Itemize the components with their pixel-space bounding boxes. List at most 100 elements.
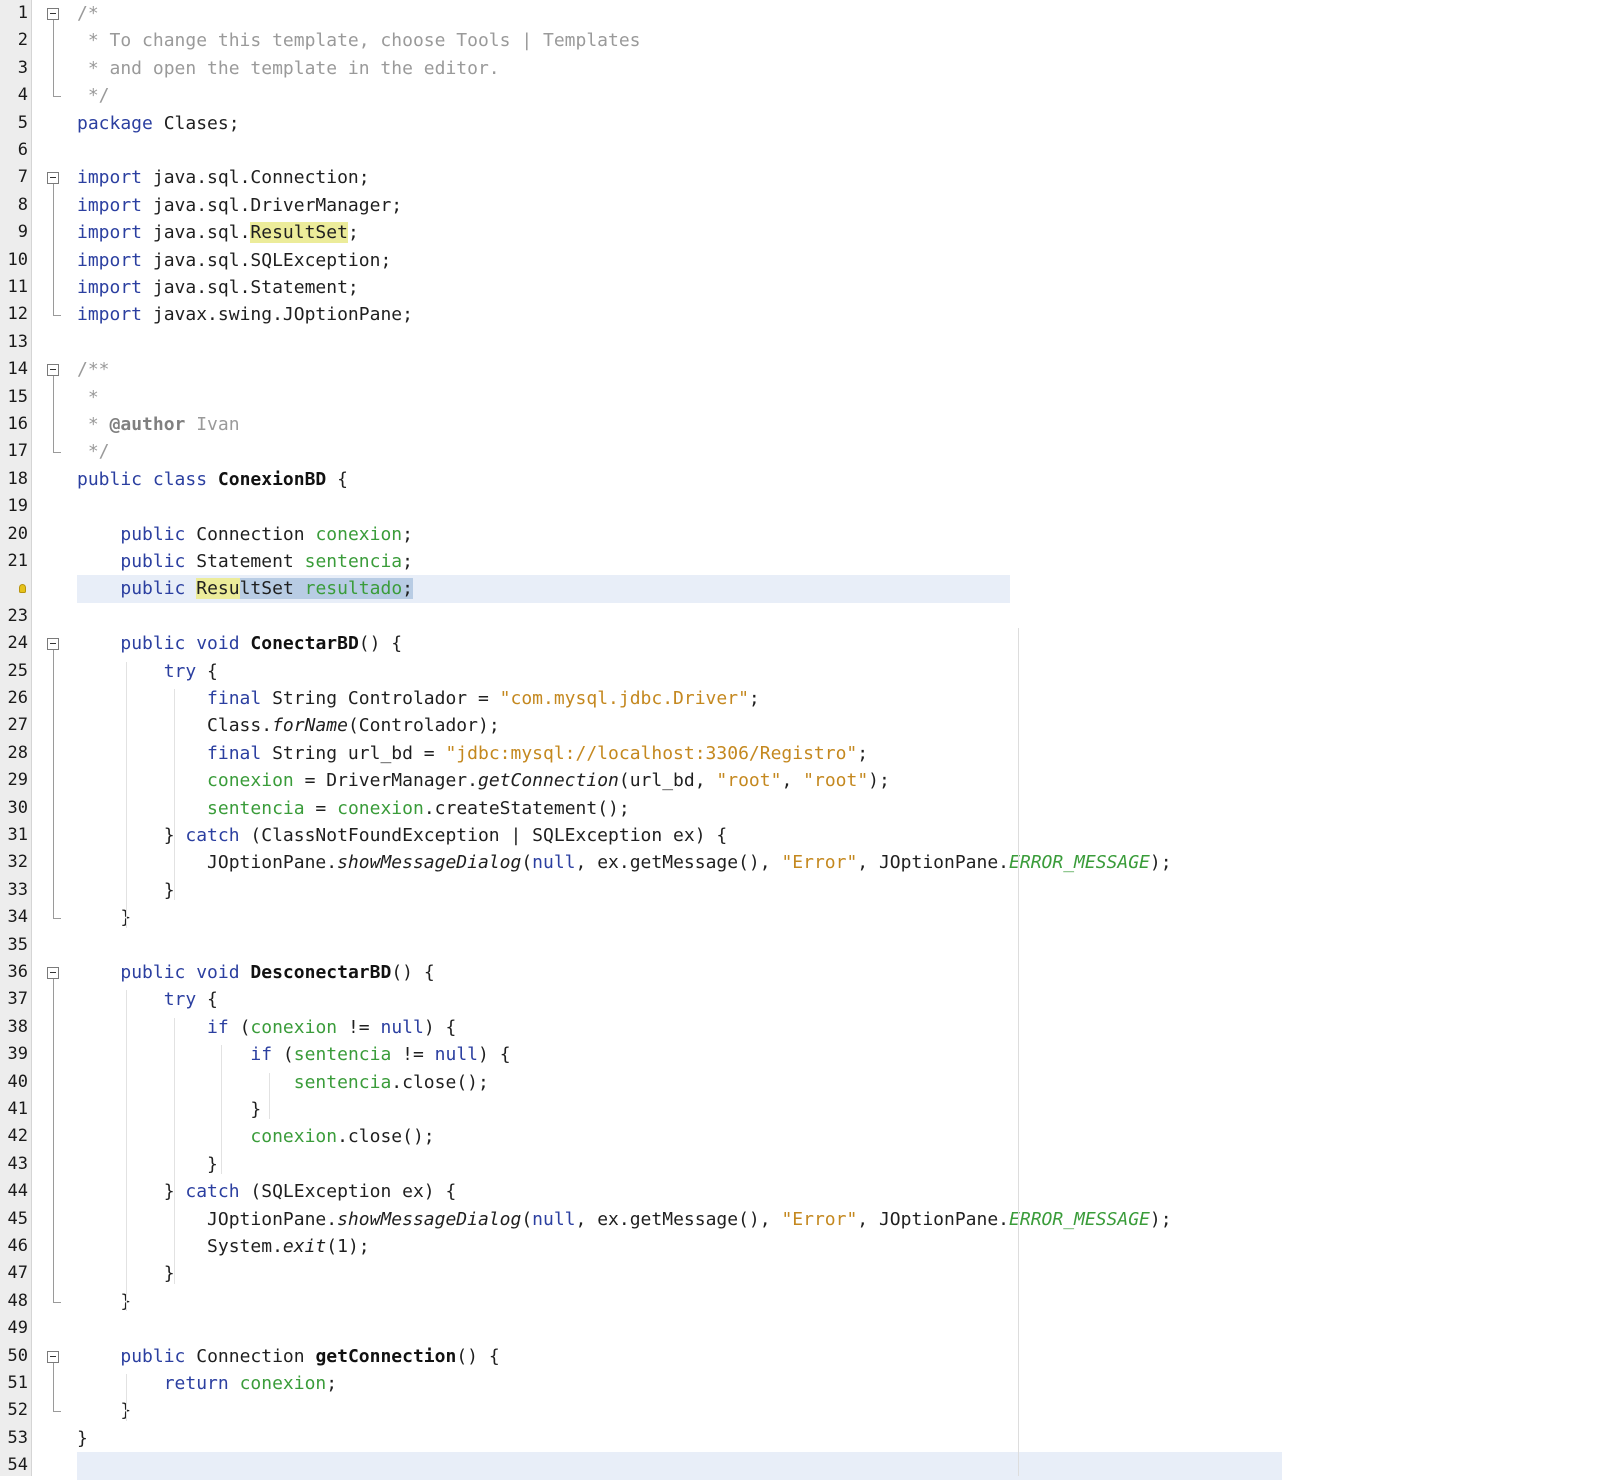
code-line[interactable]: 24 public void ConectarBD() { (0, 630, 1600, 657)
code-line[interactable]: 26 final String Controlador = "com.mysql… (0, 685, 1600, 712)
code-text[interactable]: if (sentencia != null) { (77, 1041, 510, 1068)
code-text[interactable]: /** (77, 356, 110, 383)
code-text[interactable]: } (77, 1096, 261, 1123)
code-line[interactable]: 27 Class.forName(Controlador); (0, 712, 1600, 739)
code-line[interactable]: 14 /** (0, 356, 1600, 383)
code-text[interactable]: * @author Ivan (77, 411, 240, 438)
code-line[interactable]: 20 public Connection conexion; (0, 521, 1600, 548)
code-text[interactable]: import java.sql.Statement; (77, 274, 359, 301)
code-text[interactable]: final String Controlador = "com.mysql.jd… (77, 685, 760, 712)
code-line[interactable]: 10 import java.sql.SQLException; (0, 247, 1600, 274)
code-line[interactable]: 18 public class ConexionBD { (0, 466, 1600, 493)
code-line[interactable]: 25 try { (0, 658, 1600, 685)
code-line[interactable]: 30 sentencia = conexion.createStatement(… (0, 795, 1600, 822)
code-line[interactable]: 42 conexion.close(); (0, 1123, 1600, 1150)
code-text[interactable]: import java.sql.SQLException; (77, 247, 391, 274)
code-line[interactable]: 2 * To change this template, choose Tool… (0, 27, 1600, 54)
code-text[interactable]: public Connection getConnection() { (77, 1343, 499, 1370)
code-text[interactable]: } (77, 1425, 88, 1452)
code-line[interactable]: 39 if (sentencia != null) { (0, 1041, 1600, 1068)
code-line[interactable]: 32 JOptionPane.showMessageDialog(null, e… (0, 849, 1600, 876)
code-text[interactable]: final String url_bd = "jdbc:mysql://loca… (77, 740, 868, 767)
code-text[interactable]: import javax.swing.JOptionPane; (77, 301, 413, 328)
code-line[interactable]: 1 /* (0, 0, 1600, 27)
code-text[interactable]: return conexion; (77, 1370, 337, 1397)
code-text[interactable]: public Connection conexion; (77, 521, 413, 548)
code-text[interactable]: } catch (SQLException ex) { (77, 1178, 457, 1205)
code-line[interactable]: 12 import javax.swing.JOptionPane; (0, 301, 1600, 328)
lightbulb-icon[interactable] (19, 584, 26, 594)
code-line[interactable]: 43 } (0, 1151, 1600, 1178)
code-line[interactable]: 5 package Clases; (0, 110, 1600, 137)
code-line[interactable]: 9 import java.sql.ResultSet; (0, 219, 1600, 246)
code-text[interactable]: if (conexion != null) { (77, 1014, 456, 1041)
code-line[interactable]: 47 } (0, 1260, 1600, 1287)
code-text[interactable]: * To change this template, choose Tools … (77, 27, 641, 54)
code-text[interactable]: System.exit(1); (77, 1233, 370, 1260)
code-text[interactable]: public void DesconectarBD() { (77, 959, 434, 986)
code-line[interactable]: 41 } (0, 1096, 1600, 1123)
code-line[interactable]: 34 } (0, 904, 1600, 931)
code-text[interactable]: conexion = DriverManager.getConnection(u… (77, 767, 890, 794)
code-line[interactable]: 51 return conexion; (0, 1370, 1600, 1397)
code-text[interactable]: JOptionPane.showMessageDialog(null, ex.g… (77, 1206, 1172, 1233)
code-line[interactable]: 6 (0, 137, 1600, 164)
code-text[interactable]: sentencia = conexion.createStatement(); (77, 795, 630, 822)
code-line[interactable]: 35 (0, 932, 1600, 959)
code-line[interactable]: 38 if (conexion != null) { (0, 1014, 1600, 1041)
code-text[interactable]: Class.forName(Controlador); (77, 712, 500, 739)
code-text[interactable]: package Clases; (77, 110, 240, 137)
code-line[interactable]: 17 */ (0, 438, 1600, 465)
code-text[interactable]: conexion.close(); (77, 1123, 434, 1150)
code-text[interactable]: } (77, 1151, 218, 1178)
code-line[interactable]: 45 JOptionPane.showMessageDialog(null, e… (0, 1206, 1600, 1233)
code-text[interactable]: public class ConexionBD { (77, 466, 348, 493)
code-line[interactable]: 19 (0, 493, 1600, 520)
code-line[interactable]: 13 (0, 329, 1600, 356)
code-text[interactable]: } (77, 1288, 131, 1315)
code-text[interactable]: try { (77, 986, 218, 1013)
code-line[interactable]: 36 public void DesconectarBD() { (0, 959, 1600, 986)
code-line[interactable]: 49 (0, 1315, 1600, 1342)
code-text[interactable]: /* (77, 0, 99, 27)
code-line[interactable]: 44 } catch (SQLException ex) { (0, 1178, 1600, 1205)
code-line[interactable]: 40 sentencia.close(); (0, 1069, 1600, 1096)
code-line[interactable]: 23 (0, 603, 1600, 630)
code-line[interactable]: 15 * (0, 384, 1600, 411)
code-line[interactable]: 53} (0, 1425, 1600, 1452)
code-line[interactable]: 3 * and open the template in the editor. (0, 55, 1600, 82)
code-line[interactable]: 52 } (0, 1397, 1600, 1424)
code-text[interactable]: public void ConectarBD() { (77, 630, 402, 657)
code-line[interactable]: 28 final String url_bd = "jdbc:mysql://l… (0, 740, 1600, 767)
code-line[interactable]: 29 conexion = DriverManager.getConnectio… (0, 767, 1600, 794)
code-line[interactable]: 54 (0, 1452, 1600, 1479)
code-line[interactable]: 4 */ (0, 82, 1600, 109)
code-text[interactable]: } (77, 1397, 131, 1424)
code-text[interactable]: sentencia.close(); (77, 1069, 489, 1096)
code-line[interactable]: 7 import java.sql.Connection; (0, 164, 1600, 191)
code-text[interactable]: public Statement sentencia; (77, 548, 413, 575)
code-text[interactable]: import java.sql.DriverManager; (77, 192, 402, 219)
code-line[interactable]: 33 } (0, 877, 1600, 904)
code-editor[interactable]: 1 /* 2 * To change this template, choose T… (0, 0, 1600, 1480)
code-text[interactable]: try { (77, 658, 218, 685)
code-text[interactable]: JOptionPane.showMessageDialog(null, ex.g… (77, 849, 1172, 876)
code-text[interactable]: */ (77, 438, 110, 465)
code-text[interactable]: */ (77, 82, 110, 109)
code-line[interactable]: 50 public Connection getConnection() { (0, 1343, 1600, 1370)
code-text[interactable]: public ResultSet resultado; (77, 575, 414, 602)
code-line[interactable]: 16 * @author Ivan (0, 411, 1600, 438)
code-line[interactable]: 46 System.exit(1); (0, 1233, 1600, 1260)
code-text[interactable]: import java.sql.ResultSet; (77, 219, 359, 246)
code-line[interactable]: 48 } (0, 1288, 1600, 1315)
code-line[interactable]: 8 import java.sql.DriverManager; (0, 192, 1600, 219)
code-line[interactable]: 11 import java.sql.Statement; (0, 274, 1600, 301)
code-line[interactable]: public ResultSet resultado; (0, 575, 1600, 602)
code-line[interactable]: 21 public Statement sentencia; (0, 548, 1600, 575)
code-text[interactable]: import java.sql.Connection; (77, 164, 370, 191)
code-line[interactable]: 37 try { (0, 986, 1600, 1013)
code-line[interactable]: 31 } catch (ClassNotFoundException | SQL… (0, 822, 1600, 849)
code-text[interactable]: * and open the template in the editor. (77, 55, 500, 82)
code-text[interactable]: * (77, 384, 99, 411)
code-text[interactable]: } (77, 904, 131, 931)
